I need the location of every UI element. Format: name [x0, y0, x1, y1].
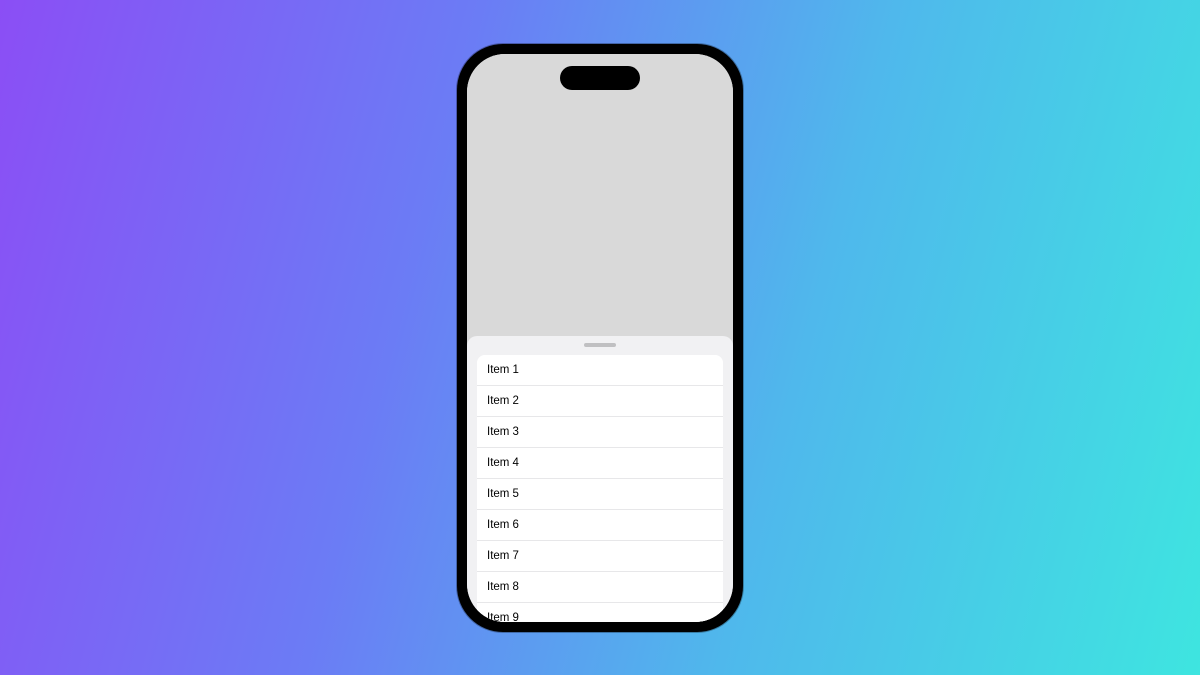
list-item[interactable]: Item 1: [477, 355, 723, 386]
list-item-label: Item 4: [487, 457, 519, 469]
bottom-sheet[interactable]: Item 1 Item 2 Item 3 Item 4 Item 5 Item …: [467, 336, 733, 622]
list-item[interactable]: Item 2: [477, 386, 723, 417]
phone-device-frame: Item 1 Item 2 Item 3 Item 4 Item 5 Item …: [457, 44, 743, 632]
list-item-label: Item 8: [487, 581, 519, 593]
list-item[interactable]: Item 9: [477, 603, 723, 621]
list-item-label: Item 7: [487, 550, 519, 562]
list-item[interactable]: Item 4: [477, 448, 723, 479]
items-list[interactable]: Item 1 Item 2 Item 3 Item 4 Item 5 Item …: [477, 355, 723, 622]
list-item-label: Item 6: [487, 519, 519, 531]
list-item-label: Item 3: [487, 426, 519, 438]
background-content-area: [467, 54, 733, 336]
list-item-label: Item 5: [487, 488, 519, 500]
list-item[interactable]: Item 5: [477, 479, 723, 510]
phone-screen: Item 1 Item 2 Item 3 Item 4 Item 5 Item …: [467, 54, 733, 622]
list-item[interactable]: Item 3: [477, 417, 723, 448]
list-item[interactable]: Item 7: [477, 541, 723, 572]
dynamic-island: [560, 66, 640, 90]
list-item[interactable]: Item 6: [477, 510, 723, 541]
list-item[interactable]: Item 8: [477, 572, 723, 603]
list-item-label: Item 1: [487, 364, 519, 376]
sheet-grabber-handle[interactable]: [584, 343, 616, 347]
list-item-label: Item 9: [487, 612, 519, 621]
list-item-label: Item 2: [487, 395, 519, 407]
